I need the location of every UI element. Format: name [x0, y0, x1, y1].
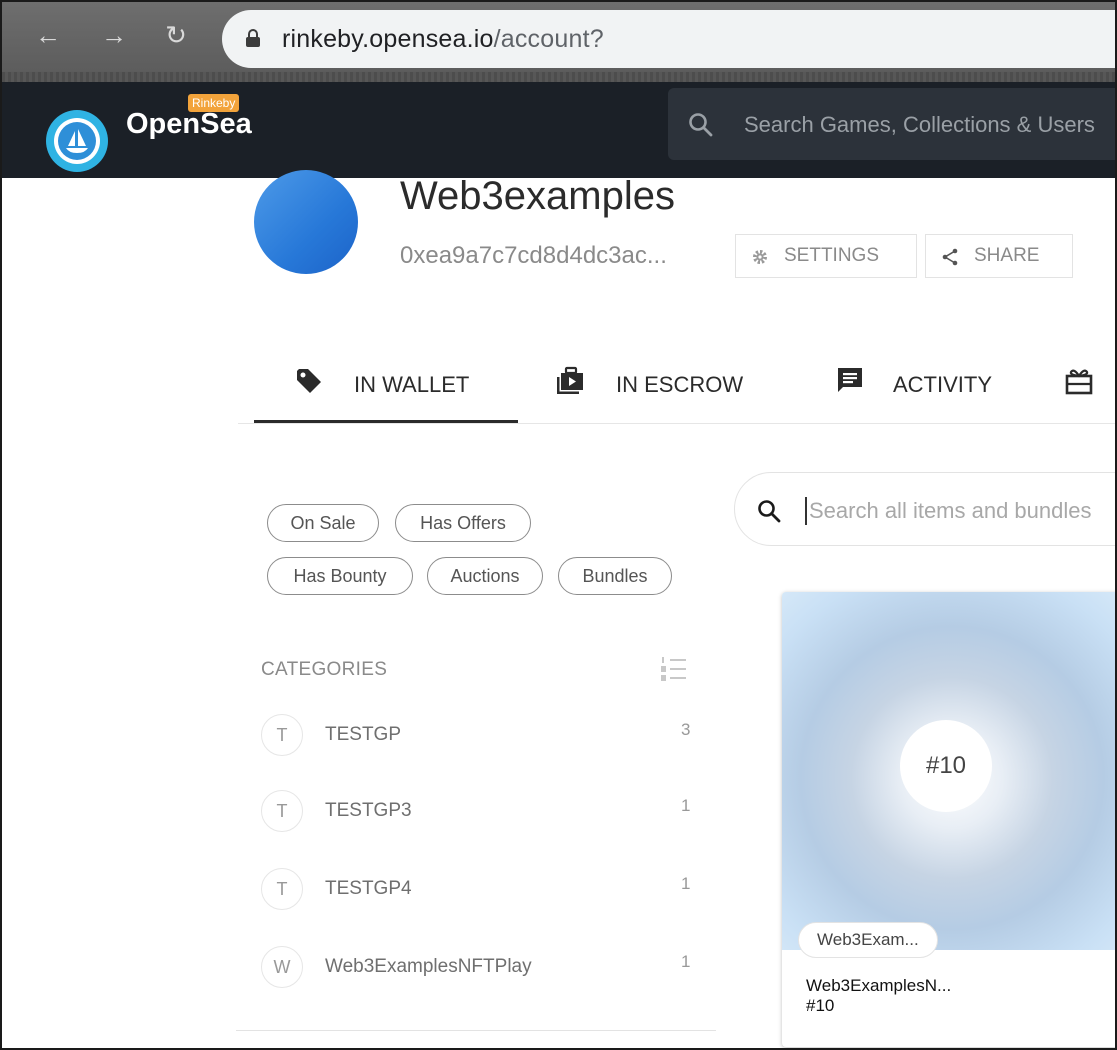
filter-has-bounty[interactable]: Has Bounty — [267, 557, 413, 595]
url-host: rinkeby.opensea.io — [282, 25, 494, 53]
brand-name[interactable]: OpenSea — [126, 108, 252, 141]
filter-has-offers[interactable]: Has Offers — [395, 504, 531, 542]
filter-bundles[interactable]: Bundles — [558, 557, 672, 595]
toolbar-strip — [2, 72, 1115, 82]
asset-token-id: #10 — [806, 996, 835, 1015]
tag-icon — [297, 369, 321, 393]
filter-auctions[interactable]: Auctions — [427, 557, 543, 595]
settings-button[interactable]: SETTINGS — [735, 234, 917, 278]
browser-toolbar: ← → ↻ rinkeby.opensea.io/account? — [2, 2, 1115, 82]
items-search-input[interactable]: Search all items and bundles — [734, 472, 1115, 546]
asset-card[interactable]: #10 Web3Exam... Web3ExamplesN... #10 — [782, 592, 1115, 1047]
asset-title: Web3ExamplesN... #10 — [806, 976, 951, 1016]
account-tabs: IN WALLET IN ESCROW ACTIVITY — [238, 342, 1115, 424]
gift-icon — [1065, 369, 1093, 395]
asset-image[interactable]: #10 — [782, 592, 1115, 950]
back-arrow-icon[interactable]: ← — [32, 20, 64, 52]
forward-arrow-icon[interactable]: → — [98, 20, 130, 52]
wallet-address[interactable]: 0xea9a7c7cd8d4dc3ac... — [400, 242, 667, 270]
share-icon — [942, 248, 958, 266]
tab-in-escrow-label: IN ESCROW — [616, 372, 744, 397]
category-item-testgp[interactable]: T TESTGP 3 — [261, 714, 701, 762]
share-button[interactable]: SHARE — [925, 234, 1073, 278]
category-initial: W — [261, 946, 303, 988]
sidebar-divider — [236, 1030, 716, 1031]
global-search-placeholder: Search Games, Collections & Users — [744, 112, 1095, 137]
items-search-placeholder: Search all items and bundles — [809, 498, 1092, 523]
filter-on-sale[interactable]: On Sale — [267, 504, 379, 542]
category-initial: T — [261, 714, 303, 756]
category-initial: T — [261, 868, 303, 910]
category-item-testgp4[interactable]: T TESTGP4 1 — [261, 868, 701, 916]
categories-heading: CATEGORIES — [261, 659, 388, 680]
tab-in-wallet-label: IN WALLET — [354, 372, 470, 397]
lock-icon — [246, 29, 260, 47]
avatar[interactable] — [254, 170, 358, 274]
tab-in-wallet[interactable]: IN WALLET — [294, 362, 518, 422]
briefcase-icon — [557, 366, 583, 394]
url-path: /account? — [493, 25, 604, 53]
url-text[interactable]: rinkeby.opensea.io/account? — [282, 25, 604, 54]
tab-in-escrow[interactable]: IN ESCROW — [556, 362, 776, 422]
reload-icon[interactable]: ↻ — [160, 20, 192, 52]
list-order-icon[interactable] — [660, 656, 688, 682]
settings-label: SETTINGS — [784, 245, 880, 266]
category-count: 3 — [681, 720, 691, 739]
share-label: SHARE — [974, 245, 1040, 266]
asset-number-badge: #10 — [900, 720, 992, 812]
gear-icon — [753, 250, 767, 264]
opensea-logo-icon[interactable] — [46, 110, 108, 172]
category-count: 1 — [681, 874, 691, 893]
category-initial: T — [261, 790, 303, 832]
category-count: 1 — [681, 796, 691, 815]
profile-username: Web3examples — [400, 174, 675, 218]
category-name: Web3ExamplesNFTPlay — [325, 956, 532, 977]
global-search-input[interactable]: Search Games, Collections & Users — [668, 88, 1115, 160]
asset-name: Web3ExamplesN... — [806, 976, 952, 995]
message-list-icon — [838, 368, 862, 392]
category-item-testgp3[interactable]: T TESTGP3 1 — [261, 790, 701, 838]
category-name: TESTGP4 — [325, 878, 412, 899]
text-cursor — [805, 497, 807, 525]
search-icon — [689, 113, 713, 137]
browser-window: ← → ↻ rinkeby.opensea.io/account? OpenSe… — [0, 0, 1117, 1050]
search-icon — [758, 500, 781, 523]
tab-gifts[interactable] — [1064, 362, 1104, 422]
network-badge: Rinkeby — [188, 94, 240, 112]
active-tab-indicator — [254, 420, 518, 423]
category-item-web3examplesnftplay[interactable]: W Web3ExamplesNFTPlay 1 — [261, 946, 701, 994]
tab-activity[interactable]: ACTIVITY — [836, 362, 1036, 422]
address-bar[interactable]: rinkeby.opensea.io/account? — [222, 10, 1115, 68]
collection-pill[interactable]: Web3Exam... — [798, 922, 938, 958]
site-header: OpenSea Rinkeby Search Games, Collection… — [2, 82, 1115, 178]
category-name: TESTGP3 — [325, 800, 412, 821]
tab-activity-label: ACTIVITY — [893, 372, 993, 397]
category-name: TESTGP — [325, 724, 402, 745]
category-count: 1 — [681, 952, 691, 971]
